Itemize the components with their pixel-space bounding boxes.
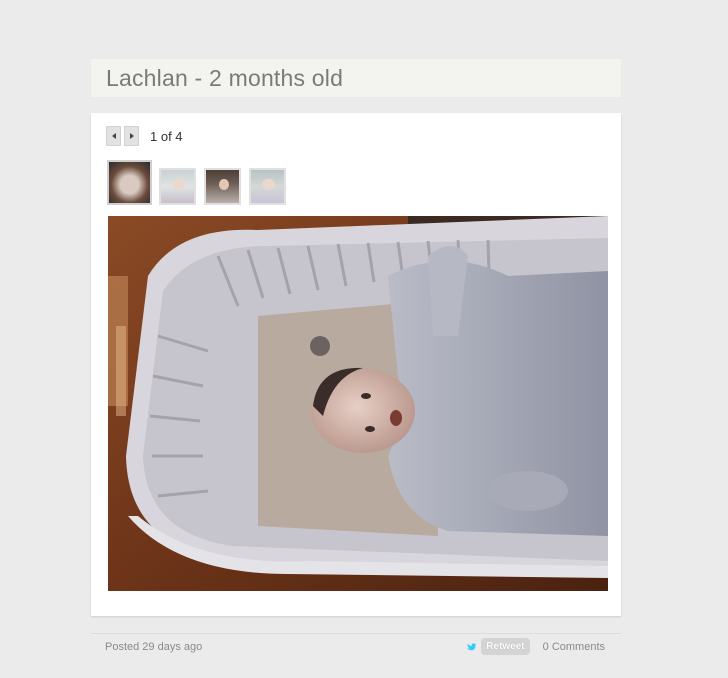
posted-timestamp: Posted 29 days ago [105,641,203,653]
gallery-nav: 1 of 4 [106,126,183,146]
thumbnail-strip [107,160,294,205]
thumbnail-1[interactable] [107,160,152,205]
comments-link[interactable]: 0 Comments [543,641,605,653]
gallery-card: 1 of 4 [91,113,621,616]
thumbnail-3[interactable] [204,168,241,205]
arrow-left-icon [111,133,116,139]
share-actions: Retweet 0 Comments [466,638,605,655]
twitter-bird-icon[interactable] [466,642,477,652]
post-footer: Posted 29 days ago Retweet 0 Comments [91,633,621,664]
thumbnail-2[interactable] [159,168,196,205]
image-counter: 1 of 4 [150,128,183,144]
thumbnail-4[interactable] [249,168,286,205]
arrow-right-icon [129,133,134,139]
baby-in-bassinet-photo [108,216,608,591]
post-title: Lachlan - 2 months old [106,64,344,91]
post-title-bar: Lachlan - 2 months old [91,59,621,97]
retweet-button[interactable]: Retweet [481,638,530,655]
main-photo[interactable] [108,216,608,591]
previous-button[interactable] [106,126,121,146]
next-button[interactable] [124,126,139,146]
